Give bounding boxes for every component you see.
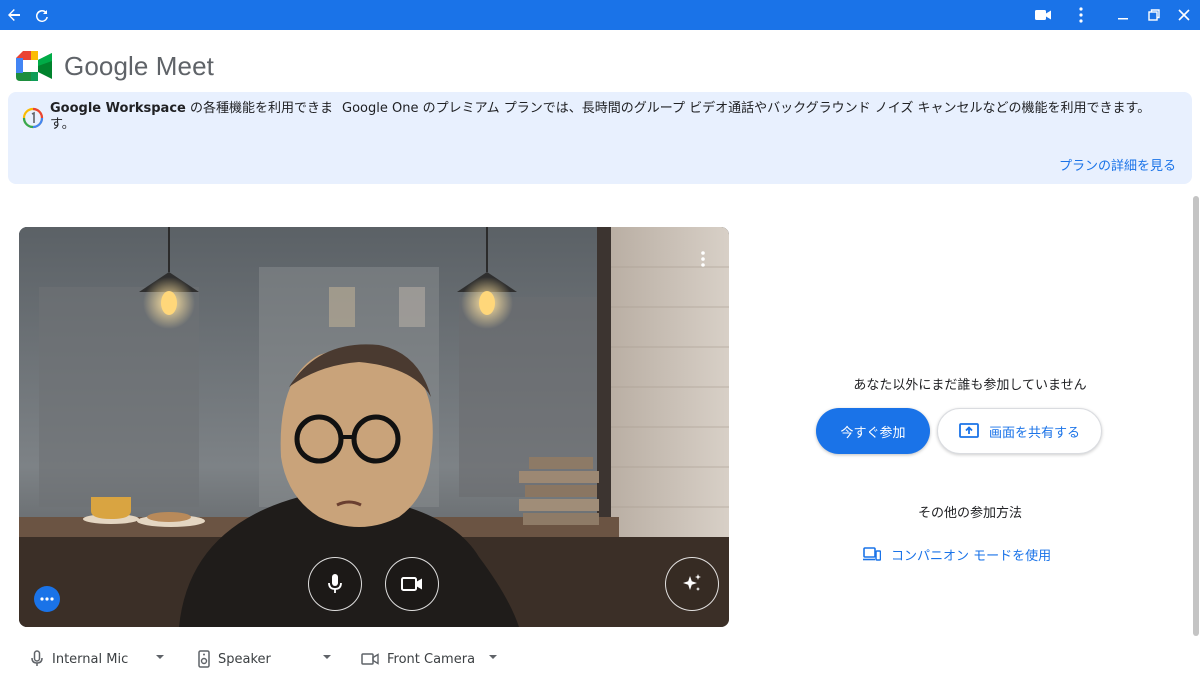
google-one-message: Google One のプレミアム プランでは、長時間のグループ ビデオ通話やバ… [342, 101, 1151, 116]
visual-effects-icon [683, 574, 701, 591]
camera-toggle-button[interactable] [385, 557, 439, 611]
visual-effects-button[interactable] [665, 557, 719, 611]
title-bar [0, 0, 1200, 30]
microphone-icon [31, 650, 43, 666]
microphone-label: Internal Mic [52, 651, 129, 667]
camera-preview-image [19, 227, 729, 627]
chevron-down-icon [323, 655, 331, 659]
camera-label: Front Camera [387, 651, 476, 667]
join-now-button[interactable]: 今すぐ参加 [816, 408, 930, 454]
companion-mode-link[interactable]: コンパニオン モードを使用 [863, 544, 1051, 564]
present-screen-icon [959, 423, 979, 438]
close-icon[interactable] [1173, 4, 1195, 26]
speaker-icon [198, 650, 210, 668]
logo-text: Google Meet [64, 50, 214, 81]
share-screen-label: 画面を共有する [988, 425, 1080, 441]
google-meet-logo: Google Meet [16, 48, 214, 84]
microphone-toggle-button[interactable] [308, 557, 362, 611]
restore-icon[interactable] [1143, 4, 1165, 26]
speaker-label: Speaker [218, 651, 271, 667]
chevron-down-icon [156, 655, 164, 659]
back-arrow-icon[interactable] [3, 4, 25, 26]
more-vert-icon[interactable] [1070, 4, 1092, 26]
camera-icon [361, 653, 379, 665]
vertical-scrollbar[interactable] [1193, 196, 1199, 636]
video-camera-icon[interactable] [1032, 4, 1054, 26]
workspace-message: Google Workspace の各種機能を利用できます。 [50, 101, 334, 133]
google-one-icon [22, 107, 44, 129]
camera-preview [19, 227, 729, 627]
camera-selector[interactable]: Front Camera [361, 648, 503, 670]
share-screen-button[interactable]: 画面を共有する [937, 408, 1102, 454]
companion-devices-icon [863, 547, 881, 561]
workspace-brand: Google Workspace [50, 101, 186, 116]
three-dots-bubble-icon[interactable] [34, 586, 60, 612]
no-participants-status: あなた以外にまだ誰も参加していません [853, 378, 1087, 393]
plan-details-link[interactable]: プランの詳細を見る [1059, 155, 1176, 174]
minimize-icon[interactable] [1112, 4, 1134, 26]
microphone-icon [328, 574, 342, 593]
microphone-selector[interactable]: Internal Mic [30, 648, 170, 670]
speaker-selector[interactable]: Speaker [198, 648, 336, 670]
premium-banner: Google Workspace の各種機能を利用できます。 Google On… [8, 92, 1192, 184]
companion-mode-label: コンパニオン モードを使用 [891, 548, 1052, 564]
camera-icon [401, 577, 422, 591]
reload-icon[interactable] [31, 4, 53, 26]
more-options-icon[interactable] [693, 249, 713, 269]
other-join-methods-heading: その他の参加方法 [917, 506, 1022, 521]
chevron-down-icon [489, 655, 497, 659]
meet-logo-icon [16, 51, 52, 81]
